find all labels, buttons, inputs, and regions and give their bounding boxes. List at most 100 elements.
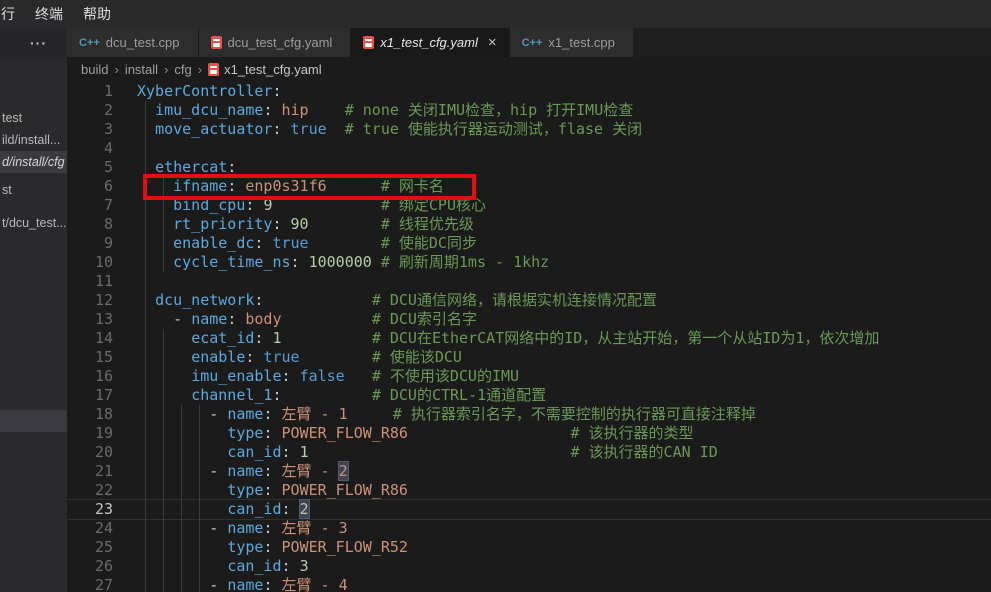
- close-icon[interactable]: ×: [488, 35, 497, 50]
- code-token: enable: [191, 348, 245, 366]
- code-token: [137, 367, 191, 385]
- code-token: type: [227, 481, 263, 499]
- code-token: -: [209, 462, 227, 480]
- editor-column: C++dcu_test.cppdcu_test_cfg.yamlx1_test_…: [67, 28, 991, 592]
- code-line[interactable]: 27 - name: 左臂 - 4: [67, 576, 991, 592]
- code-token: 3: [300, 557, 309, 575]
- code-token: enable_dc: [173, 234, 254, 252]
- code-token: [137, 120, 155, 138]
- code-token: [137, 405, 209, 423]
- sidebar-item[interactable]: ild/install...: [0, 129, 67, 151]
- code-token: hip: [282, 101, 309, 119]
- code-token: 左臂 - 1: [282, 405, 348, 423]
- code-token: [137, 557, 227, 575]
- yaml-icon: [363, 36, 374, 49]
- code-line[interactable]: 15 enable: true # 使能该DCU: [67, 348, 991, 367]
- code-token: POWER_FLOW_R52: [282, 538, 408, 556]
- code-token: 90: [291, 215, 309, 233]
- code-line[interactable]: 14 ecat_id: 1 # DCU在EtherCAT网络中的ID，从主站开始…: [67, 329, 991, 348]
- code-line[interactable]: 23 can_id: 2: [67, 500, 991, 519]
- sidebar-item[interactable]: [0, 410, 67, 432]
- code-line[interactable]: 8 rt_priority: 90 # 线程优先级: [67, 215, 991, 234]
- cpp-icon: C++: [522, 37, 543, 49]
- code-token: [137, 348, 191, 366]
- code-line[interactable]: 10 cycle_time_ns: 1000000 # 刷新周期1ms - 1k…: [67, 253, 991, 272]
- breadcrumb-segment[interactable]: install: [125, 62, 158, 77]
- code-line[interactable]: 22 type: POWER_FLOW_R86: [67, 481, 991, 500]
- code-token: name: [191, 310, 227, 328]
- code-line-content: XyberController:: [113, 82, 282, 100]
- code-line[interactable]: 19 type: POWER_FLOW_R86 # 该执行器的类型: [67, 424, 991, 443]
- code-line[interactable]: 2 imu_dcu_name: hip # none 关闭IMU检查，hip 打…: [67, 101, 991, 120]
- code-token: :: [272, 215, 290, 233]
- code-token: [263, 291, 371, 309]
- yaml-icon: [211, 36, 222, 49]
- menu-item-0[interactable]: 行: [0, 4, 25, 24]
- code-token: POWER_FLOW_R86: [282, 424, 408, 442]
- code-line[interactable]: 3 move_actuator: true # true 使能执行器运动测试，f…: [67, 120, 991, 139]
- code-line[interactable]: 17 channel_1: # DCU的CTRL-1通道配置: [67, 386, 991, 405]
- code-token: [137, 538, 227, 556]
- more-actions-icon[interactable]: ···: [30, 35, 47, 51]
- line-number: 23: [67, 500, 113, 519]
- line-number: 18: [67, 405, 113, 424]
- code-token: [137, 576, 209, 592]
- code-token: [309, 443, 571, 461]
- code-token: 1: [272, 329, 281, 347]
- code-line-content: [113, 272, 137, 290]
- line-number: 16: [67, 367, 113, 386]
- sidebar-item[interactable]: test: [0, 107, 67, 129]
- line-number: 8: [67, 215, 113, 234]
- code-line[interactable]: 9 enable_dc: true # 使能DC同步: [67, 234, 991, 253]
- menu-item-1[interactable]: 终端: [25, 4, 73, 24]
- tab-dcu_test.cpp[interactable]: C++dcu_test.cpp: [67, 28, 199, 57]
- code-line[interactable]: 4: [67, 139, 991, 158]
- tab-x1_test_cfg.yaml[interactable]: x1_test_cfg.yaml×: [351, 28, 509, 57]
- breadcrumb-segment[interactable]: cfg: [174, 62, 191, 77]
- sidebar-item[interactable]: st: [0, 179, 67, 201]
- sidebar: ··· testild/install...d/install/cfg st t/d…: [0, 28, 67, 592]
- code-token: 左臂 - 4: [282, 576, 348, 592]
- code-line[interactable]: 24 - name: 左臂 - 3: [67, 519, 991, 538]
- code-line[interactable]: 1XyberController:: [67, 82, 991, 101]
- code-line[interactable]: 13 - name: body # DCU索引名字: [67, 310, 991, 329]
- code-line-content: can_id: 2: [113, 500, 309, 518]
- code-line-content: enable_dc: true # 使能DC同步: [113, 234, 477, 252]
- sidebar-item[interactable]: t/dcu_test...: [0, 212, 67, 234]
- code-token: # DCU的CTRL-1通道配置: [372, 386, 546, 404]
- breadcrumb-file[interactable]: x1_test_cfg.yaml: [208, 62, 322, 77]
- code-line-content: - name: 左臂 - 2: [113, 462, 348, 480]
- tab-dcu_test_cfg.yaml[interactable]: dcu_test_cfg.yaml: [199, 28, 352, 57]
- code-token: 左臂 - 3: [282, 519, 348, 537]
- code-token: can_id: [227, 443, 281, 461]
- code-line-content: imu_dcu_name: hip # none 关闭IMU检查，hip 打开I…: [113, 101, 633, 119]
- code-line[interactable]: 11: [67, 272, 991, 291]
- code-token: [137, 101, 155, 119]
- code-token: [348, 405, 393, 423]
- code-line[interactable]: 25 type: POWER_FLOW_R52: [67, 538, 991, 557]
- code-line[interactable]: 18 - name: 左臂 - 1 # 执行器索引名字，不需要控制的执行器可直接…: [67, 405, 991, 424]
- code-token: type: [227, 538, 263, 556]
- breadcrumb-segment[interactable]: build: [81, 62, 108, 77]
- code-token: [137, 424, 227, 442]
- tab-label: x1_test.cpp: [548, 35, 615, 50]
- line-number: 15: [67, 348, 113, 367]
- code-line[interactable]: 16 imu_enable: false # 不使用该DCU的IMU: [67, 367, 991, 386]
- code-line[interactable]: 20 can_id: 1 # 该执行器的CAN ID: [67, 443, 991, 462]
- code-line[interactable]: 26 can_id: 3: [67, 557, 991, 576]
- code-token: type: [227, 424, 263, 442]
- tab-x1_test.cpp[interactable]: C++ x1_test.cpp: [510, 28, 634, 57]
- sidebar-item[interactable]: d/install/cfg: [0, 151, 67, 173]
- code-line[interactable]: 12 dcu_network: # DCU通信网络，请根据实机连接情况配置: [67, 291, 991, 310]
- code-token: # DCU索引名字: [372, 310, 477, 328]
- code-line[interactable]: 21 - name: 左臂 - 2: [67, 462, 991, 481]
- code-token: :: [272, 120, 290, 138]
- breadcrumb-file-label: x1_test_cfg.yaml: [224, 62, 322, 77]
- code-token: :: [245, 348, 263, 366]
- code-editor[interactable]: 1XyberController:2 imu_dcu_name: hip # n…: [67, 82, 991, 592]
- menu-item-2[interactable]: 帮助: [73, 4, 121, 24]
- code-line-content: can_id: 3: [113, 557, 309, 575]
- code-token: [300, 348, 372, 366]
- code-token: -: [209, 405, 227, 423]
- line-number: 7: [67, 196, 113, 215]
